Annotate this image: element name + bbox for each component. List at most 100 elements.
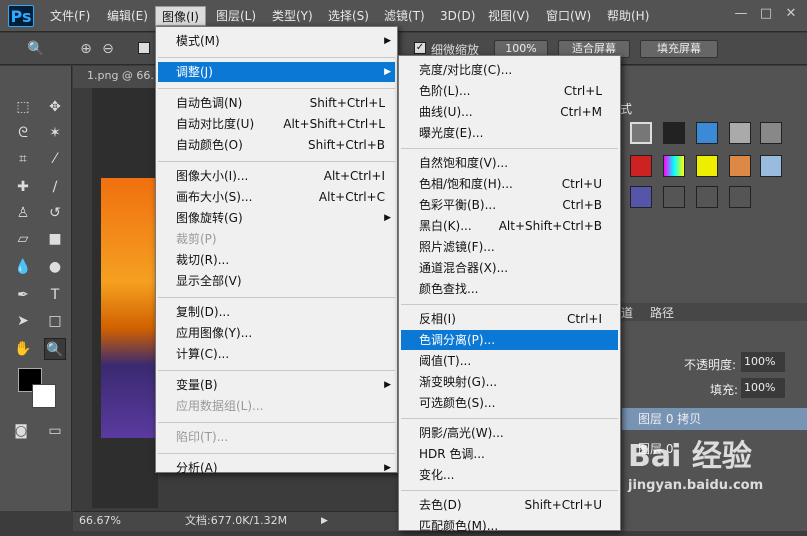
adjust-menu-item[interactable]: 色调分离(P)...: [401, 330, 618, 350]
adjust-menu-item[interactable]: 色相/饱和度(H)... Ctrl+U: [401, 174, 618, 194]
eraser-icon[interactable]: ▱: [12, 228, 34, 250]
style-swatch[interactable]: [696, 186, 718, 208]
shape-tool-icon[interactable]: □: [44, 310, 66, 332]
hand-tool-icon[interactable]: ✋: [12, 338, 34, 360]
menu-file[interactable]: 文件(F): [44, 6, 96, 26]
style-swatch[interactable]: [729, 186, 751, 208]
image-menu-item[interactable]: 自动色调(N) Shift+Ctrl+L: [158, 93, 395, 113]
style-swatch[interactable]: [760, 122, 782, 144]
styles-tab[interactable]: 式: [620, 100, 632, 117]
pen-tool-icon[interactable]: ✒: [12, 284, 34, 306]
adjust-menu-item[interactable]: 色彩平衡(B)... Ctrl+B: [401, 195, 618, 215]
adjust-menu-item[interactable]: 亮度/对比度(C)...: [401, 60, 618, 80]
opacity-field[interactable]: 100%: [741, 352, 785, 372]
gradient-icon[interactable]: ■: [44, 228, 66, 250]
adjust-menu-item[interactable]: 变化...: [401, 465, 618, 485]
document-image[interactable]: [101, 178, 158, 438]
eyedropper-icon[interactable]: ⁄: [44, 148, 66, 170]
image-menu-item[interactable]: 显示全部(V): [158, 271, 395, 291]
zoom-out-icon[interactable]: ⊖: [98, 39, 118, 59]
image-menu-item[interactable]: 复制(D)...: [158, 302, 395, 322]
layer-row[interactable]: 图层 0 拷贝: [622, 408, 807, 430]
adjust-menu-item[interactable]: 阴影/高光(W)...: [401, 423, 618, 443]
zoom-in-icon[interactable]: ⊕: [76, 39, 96, 59]
maximize-icon[interactable]: □: [758, 6, 774, 22]
crop-tool-icon[interactable]: ⌗: [12, 148, 34, 170]
image-menu-item[interactable]: 分析(A) ▶: [158, 458, 395, 478]
adjust-menu-item[interactable]: 渐变映射(G)...: [401, 372, 618, 392]
zoom-tool-icon[interactable]: 🔍: [44, 338, 66, 360]
image-menu-item[interactable]: 变量(B) ▶: [158, 375, 395, 395]
scrubby-zoom-checkbox[interactable]: ✓: [414, 42, 426, 54]
healing-brush-icon[interactable]: ✚: [12, 176, 34, 198]
adjust-menu-item[interactable]: 曲线(U)... Ctrl+M: [401, 102, 618, 122]
adjust-menu-item[interactable]: 照片滤镜(F)...: [401, 237, 618, 257]
style-swatch[interactable]: [729, 122, 751, 144]
resize-windows-checkbox[interactable]: [138, 42, 150, 54]
lasso-tool-icon[interactable]: ᘓ: [12, 122, 34, 144]
menu-image[interactable]: 图像(I): [155, 6, 206, 26]
fill-field[interactable]: 100%: [741, 378, 785, 398]
adjust-menu-item[interactable]: 阈值(T)...: [401, 351, 618, 371]
quick-mask-icon[interactable]: ◙: [10, 420, 32, 442]
magic-wand-icon[interactable]: ✶: [44, 122, 66, 144]
image-menu-item[interactable]: 图像旋转(G) ▶: [158, 208, 395, 228]
fill-screen-button[interactable]: 填充屏幕: [640, 40, 718, 58]
adjust-menu-item[interactable]: 去色(D) Shift+Ctrl+U: [401, 495, 618, 515]
style-swatch[interactable]: [729, 155, 751, 177]
menu-type[interactable]: 类型(Y): [266, 6, 319, 26]
adjust-menu-item[interactable]: 黑白(K)... Alt+Shift+Ctrl+B: [401, 216, 618, 236]
menu-3d[interactable]: 3D(D): [434, 6, 481, 26]
image-menu-item[interactable]: 裁切(R)...: [158, 250, 395, 270]
style-swatch[interactable]: [630, 186, 652, 208]
move-tool-icon[interactable]: ✥: [44, 96, 66, 118]
image-menu-item[interactable]: 应用图像(Y)...: [158, 323, 395, 343]
menu-help[interactable]: 帮助(H): [601, 6, 655, 26]
image-menu-item[interactable]: 计算(C)...: [158, 344, 395, 364]
menu-view[interactable]: 视图(V): [482, 6, 536, 26]
menu-layer[interactable]: 图层(L): [210, 6, 262, 26]
marquee-tool-icon[interactable]: ⬚: [12, 96, 34, 118]
image-menu-item[interactable]: 图像大小(I)... Alt+Ctrl+I: [158, 166, 395, 186]
adjust-menu-item[interactable]: 匹配颜色(M)...: [401, 516, 618, 536]
adjust-menu-item[interactable]: 通道混合器(X)...: [401, 258, 618, 278]
image-menu-item[interactable]: 画布大小(S)... Alt+Ctrl+C: [158, 187, 395, 207]
adjust-menu-item[interactable]: 曝光度(E)...: [401, 123, 618, 143]
channels-tab[interactable]: 道: [621, 304, 633, 321]
menu-window[interactable]: 窗口(W): [540, 6, 597, 26]
style-swatch[interactable]: [663, 155, 685, 177]
image-menu-item[interactable]: 自动对比度(U) Alt+Shift+Ctrl+L: [158, 114, 395, 134]
menu-filter[interactable]: 滤镜(T): [378, 6, 431, 26]
screen-mode-icon[interactable]: ▭: [44, 420, 66, 442]
type-tool-icon[interactable]: T: [44, 284, 66, 306]
menu-select[interactable]: 选择(S): [322, 6, 375, 26]
style-swatch[interactable]: [663, 186, 685, 208]
zoom-tool-icon[interactable]: 🔍: [26, 39, 46, 59]
close-icon[interactable]: ✕: [783, 6, 799, 22]
menu-edit[interactable]: 编辑(E): [101, 6, 154, 26]
document-tab[interactable]: 1.png @ 66.: [87, 69, 154, 82]
image-menu-item[interactable]: 自动颜色(O) Shift+Ctrl+B: [158, 135, 395, 155]
status-arrow-icon[interactable]: ▶: [321, 512, 328, 530]
blur-tool-icon[interactable]: 💧: [12, 256, 34, 278]
adjust-menu-item[interactable]: HDR 色调...: [401, 444, 618, 464]
style-swatch[interactable]: [696, 122, 718, 144]
adjust-menu-item[interactable]: 颜色查找...: [401, 279, 618, 299]
zoom-level[interactable]: 66.67%: [79, 512, 121, 530]
dodge-tool-icon[interactable]: ●: [44, 256, 66, 278]
adjust-menu-item[interactable]: 可选颜色(S)...: [401, 393, 618, 413]
style-swatch[interactable]: [630, 155, 652, 177]
brush-tool-icon[interactable]: ∕: [44, 176, 66, 198]
adjust-menu-item[interactable]: 色阶(L)... Ctrl+L: [401, 81, 618, 101]
minimize-icon[interactable]: —: [733, 6, 749, 22]
path-select-icon[interactable]: ➤: [12, 310, 34, 332]
clone-stamp-icon[interactable]: ♙: [12, 202, 34, 224]
adjust-menu-item[interactable]: 反相(I) Ctrl+I: [401, 309, 618, 329]
adjust-menu-item[interactable]: 自然饱和度(V)...: [401, 153, 618, 173]
style-swatch[interactable]: [630, 122, 652, 144]
image-menu-item[interactable]: 模式(M) ▶: [158, 31, 395, 51]
image-menu-item[interactable]: 调整(J) ▶: [158, 62, 395, 82]
style-swatch[interactable]: [696, 155, 718, 177]
history-brush-icon[interactable]: ↺: [44, 202, 66, 224]
background-color-swatch[interactable]: [32, 384, 56, 408]
